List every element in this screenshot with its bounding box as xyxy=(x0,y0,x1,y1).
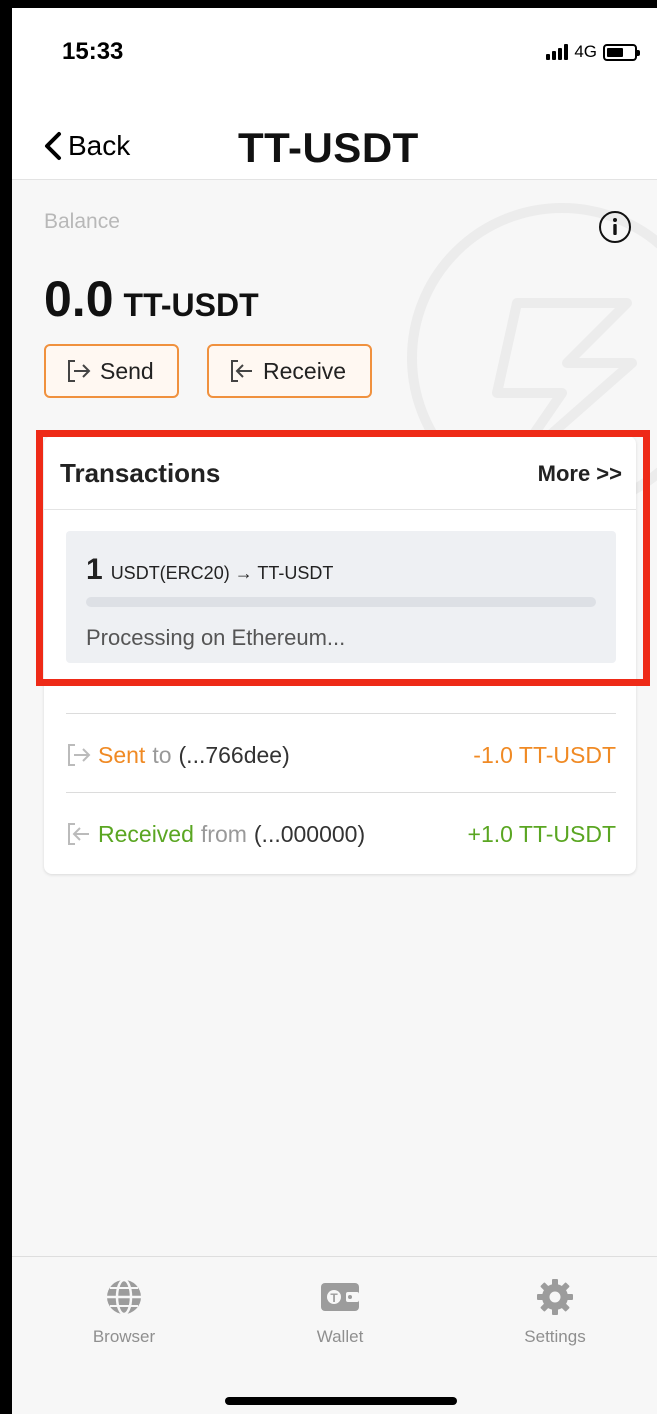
balance-amount: 0.0 TT-USDT xyxy=(44,270,259,328)
pending-status: Processing on Ethereum... xyxy=(86,625,346,650)
transactions-card: Transactions More >> 1 USDT(ERC20) → TT-… xyxy=(44,436,636,874)
phone-screen: 15:33 4G Back TT-USDT Balance 0.0 TT-USD… xyxy=(12,8,657,1414)
pending-amount: 1 xyxy=(86,553,103,586)
receive-icon xyxy=(231,360,252,382)
transaction-description: Sent to (...766dee) xyxy=(66,742,290,769)
tab-bar: Browser T Wallet Settings xyxy=(12,1256,657,1414)
back-label: Back xyxy=(68,130,131,161)
back-button[interactable]: Back xyxy=(42,130,130,162)
transaction-amount: +1.0 TT-USDT xyxy=(467,820,616,847)
tab-browser[interactable]: Browser xyxy=(54,1277,194,1347)
home-indicator[interactable] xyxy=(225,1397,457,1405)
battery-icon xyxy=(603,43,640,61)
receive-icon xyxy=(68,823,89,845)
tab-settings[interactable]: Settings xyxy=(485,1277,625,1347)
tab-wallet[interactable]: T Wallet xyxy=(270,1277,410,1347)
signal-icon xyxy=(546,44,569,60)
gear-icon xyxy=(537,1279,573,1315)
transaction-kind: Received xyxy=(98,820,194,847)
tab-label: Settings xyxy=(524,1327,586,1346)
transactions-title: Transactions xyxy=(60,458,221,488)
globe-icon xyxy=(107,1278,141,1316)
info-icon[interactable] xyxy=(598,210,632,244)
transaction-preposition: from xyxy=(200,820,247,847)
svg-text:T: T xyxy=(330,1291,338,1305)
tab-label: Wallet xyxy=(316,1327,364,1346)
status-bar: 15:33 4G xyxy=(12,8,657,94)
receive-button[interactable]: Receive xyxy=(207,344,372,398)
transaction-kind: Sent xyxy=(98,741,146,768)
balance-unit: TT-USDT xyxy=(123,287,259,323)
divider xyxy=(66,792,616,793)
send-icon xyxy=(68,744,91,766)
transactions-header: Transactions More >> xyxy=(44,436,636,510)
pending-pair: USDT(ERC20) → TT-USDT xyxy=(110,563,334,583)
transaction-preposition: to xyxy=(152,741,172,768)
page-title: TT-USDT xyxy=(238,124,419,171)
divider xyxy=(66,713,616,714)
send-label: Send xyxy=(100,357,154,384)
balance-value: 0.0 xyxy=(44,271,114,327)
transaction-amount: -1.0 TT-USDT xyxy=(473,741,616,768)
more-link[interactable]: More >> xyxy=(538,461,622,487)
send-button[interactable]: Send xyxy=(44,344,179,398)
pending-transaction[interactable]: 1 USDT(ERC20) → TT-USDT Processing on Et… xyxy=(66,531,616,663)
chevron-left-icon xyxy=(45,132,61,160)
balance-label: Balance xyxy=(44,210,120,233)
transaction-row-received[interactable]: Received from (...000000) +1.0 TT-USDT xyxy=(66,804,616,864)
navigation-bar: Back TT-USDT xyxy=(12,94,657,180)
pending-progress-bar xyxy=(86,597,596,607)
send-icon xyxy=(68,360,91,382)
wallet-icon: T xyxy=(321,1283,359,1311)
status-indicators: 4G xyxy=(546,42,640,62)
tab-label: Browser xyxy=(92,1327,156,1346)
network-type: 4G xyxy=(574,42,597,61)
pending-summary: 1 USDT(ERC20) → TT-USDT xyxy=(86,553,333,587)
receive-label: Receive xyxy=(263,357,347,384)
transaction-description: Received from (...000000) xyxy=(66,821,365,848)
transaction-row-sent[interactable]: Sent to (...766dee) -1.0 TT-USDT xyxy=(66,725,616,785)
transaction-party: (...000000) xyxy=(253,820,366,847)
status-time: 15:33 xyxy=(62,38,124,65)
transaction-party: (...766dee) xyxy=(178,741,290,768)
